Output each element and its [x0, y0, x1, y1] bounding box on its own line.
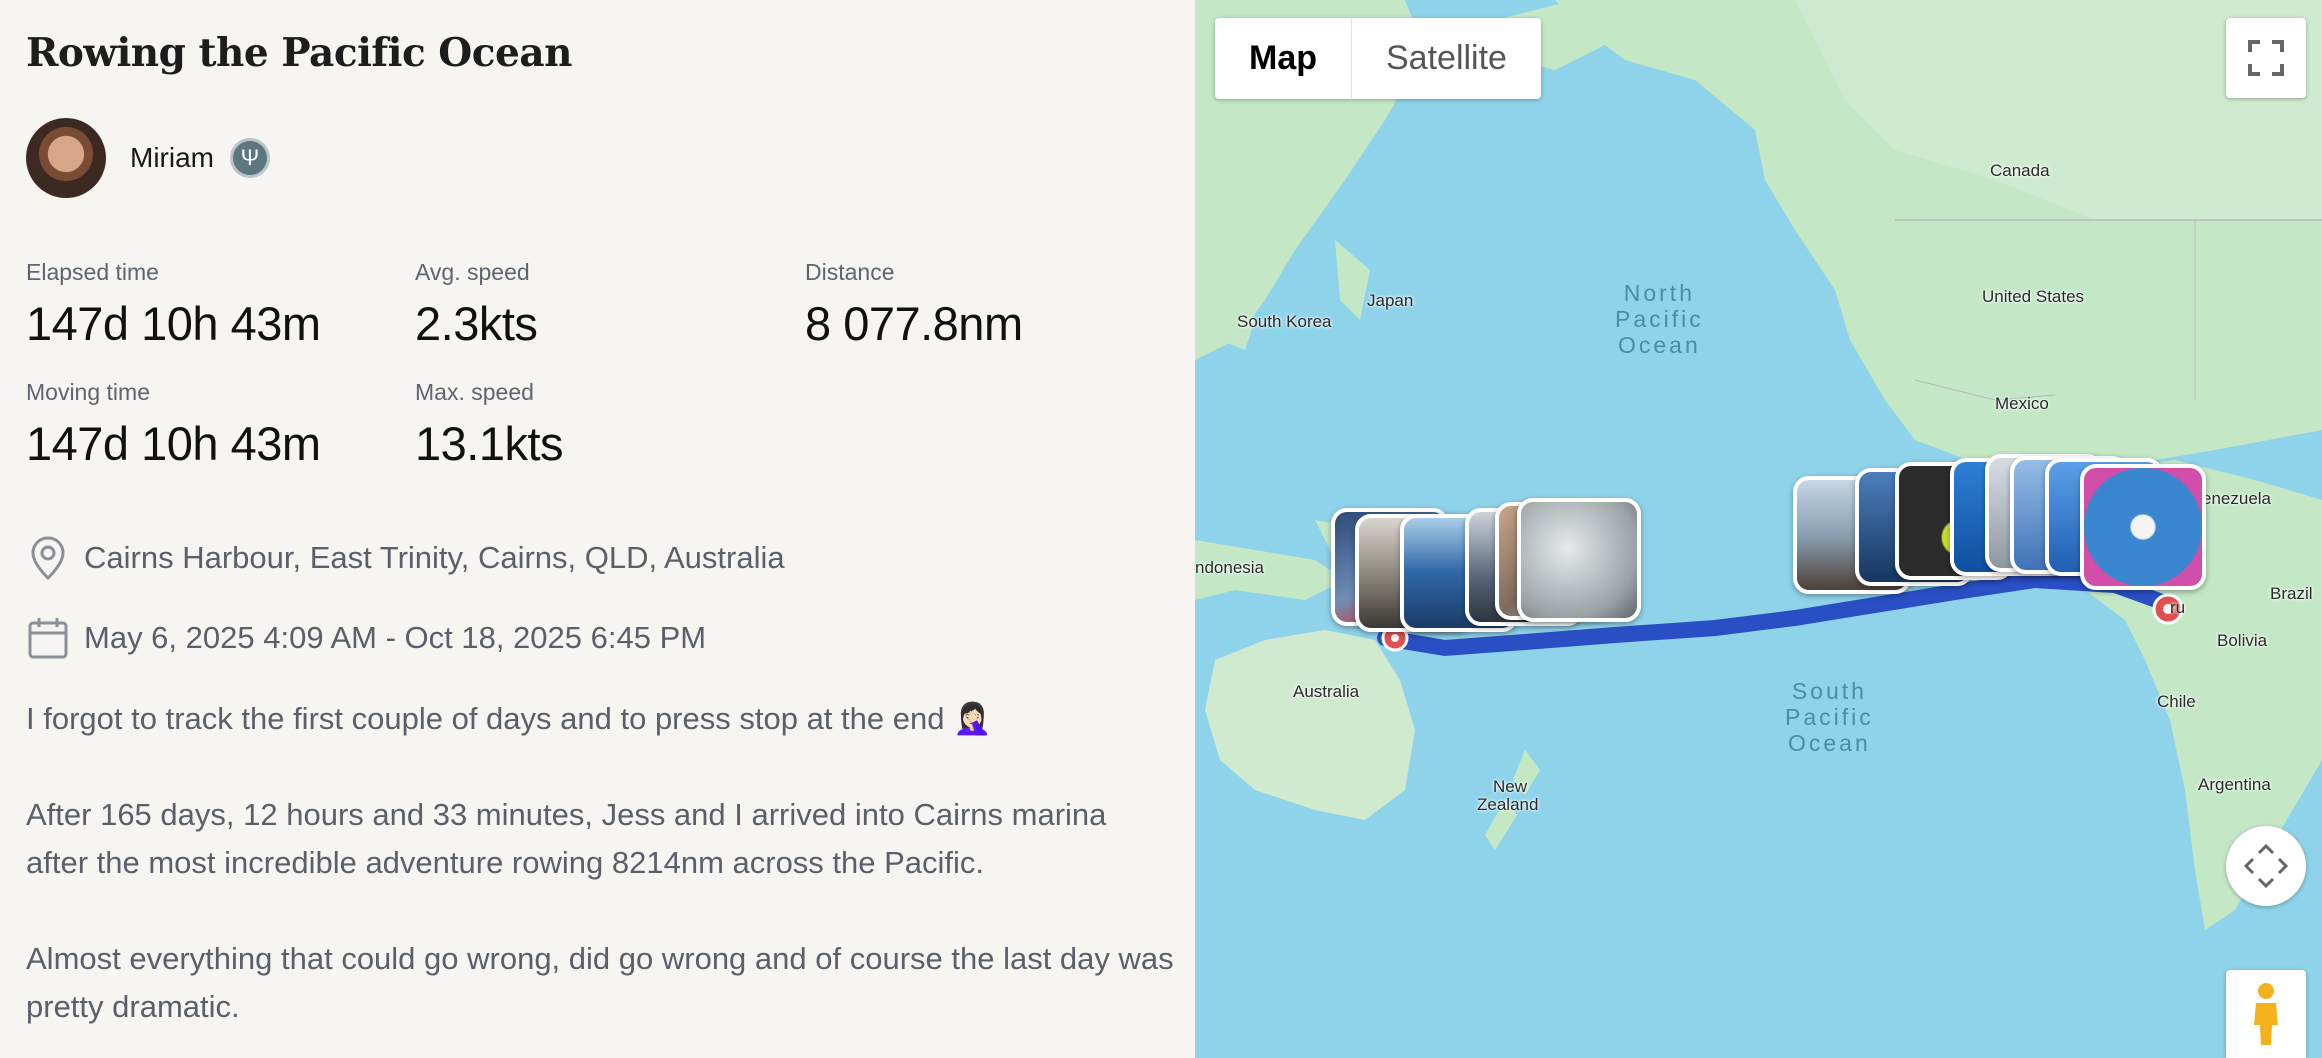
map-label: ndonesia	[1195, 558, 1265, 577]
date-row: May 6, 2025 4:09 AM - Oct 18, 2025 6:45 …	[26, 614, 706, 662]
stat-distance: Distance 8 077.8nm	[805, 259, 1023, 351]
avatar[interactable]	[26, 118, 106, 198]
description-paragraph: Almost everything that could go wrong, d…	[26, 941, 1174, 1024]
map-label: Brazil	[2270, 584, 2313, 603]
stat-label: Moving time	[26, 379, 150, 405]
map-label: Argentina	[2198, 775, 2271, 794]
stat-moving: Moving time 147d 10h 43m	[26, 379, 321, 471]
map-label: Mexico	[1995, 394, 2049, 413]
stat-label: Max. speed	[415, 379, 534, 405]
location-row: Cairns Harbour, East Trinity, Cairns, QL…	[26, 534, 785, 582]
stat-value: 13.1kts	[415, 417, 564, 470]
map-label: ru	[2170, 598, 2186, 617]
date-text: May 6, 2025 4:09 AM - Oct 18, 2025 6:45 …	[84, 620, 707, 655]
photo-marker[interactable]	[1517, 498, 1641, 622]
route-map[interactable]: Canada Japan South Korea United States M…	[1195, 0, 2322, 1058]
trident-icon: Ψ	[230, 138, 270, 178]
description-paragraph: After 165 days, 12 hours and 33 minutes,…	[26, 797, 1107, 880]
fullscreen-button[interactable]	[2226, 18, 2306, 98]
map-label: enezuela	[2202, 489, 2272, 508]
photo-marker[interactable]	[2080, 464, 2206, 590]
map-label: Chile	[2157, 692, 2196, 711]
location-text: Cairns Harbour, East Trinity, Cairns, QL…	[84, 540, 785, 575]
activity-panel: Rowing the Pacific Ocean Miriam Ψ Elapse…	[0, 0, 1195, 1058]
map-label: Bolivia	[2217, 631, 2268, 650]
map-type-satellite-button[interactable]: Satellite	[1352, 18, 1541, 99]
map-type-map-button[interactable]: Map	[1215, 18, 1352, 99]
stat-value: 147d 10h 43m	[26, 297, 321, 350]
fullscreen-icon	[2248, 40, 2284, 76]
stat-value: 8 077.8nm	[805, 297, 1023, 350]
stat-label: Elapsed time	[26, 259, 159, 285]
street-view-pegman-button[interactable]	[2226, 970, 2306, 1058]
camera-control-button[interactable]	[2226, 826, 2306, 906]
athlete-row: Miriam Ψ	[26, 118, 270, 198]
location-pin-icon	[31, 536, 65, 581]
stat-label: Avg. speed	[415, 259, 530, 285]
map-label: Canada	[1990, 161, 2050, 180]
map-label: South Korea	[1237, 312, 1332, 331]
athlete-name[interactable]: Miriam	[130, 142, 214, 174]
move-arrows-icon	[2243, 843, 2289, 889]
map-label: Australia	[1293, 682, 1360, 701]
calendar-icon	[28, 618, 68, 659]
stat-max-speed: Max. speed 13.1kts	[415, 379, 564, 471]
stat-avg-speed: Avg. speed 2.3kts	[415, 259, 538, 351]
map-label: United States	[1982, 287, 2085, 306]
map-label: Zealand	[1477, 795, 1539, 814]
stat-value: 2.3kts	[415, 297, 538, 350]
description-paragraph: I forgot to track the first couple of da…	[26, 701, 992, 736]
ocean-label: South Pacific Ocean	[1785, 678, 1874, 756]
map-label: Japan	[1367, 291, 1414, 310]
pegman-icon	[2254, 983, 2278, 1045]
stat-label: Distance	[805, 259, 895, 285]
activity-title: Rowing the Pacific Ocean	[26, 30, 572, 76]
stat-elapsed: Elapsed time 147d 10h 43m	[26, 259, 321, 351]
map-label: New	[1493, 777, 1528, 796]
stat-value: 147d 10h 43m	[26, 417, 321, 470]
ocean-label: North Pacific Ocean	[1615, 280, 1704, 358]
map-type-control: Map Satellite	[1215, 18, 1541, 99]
